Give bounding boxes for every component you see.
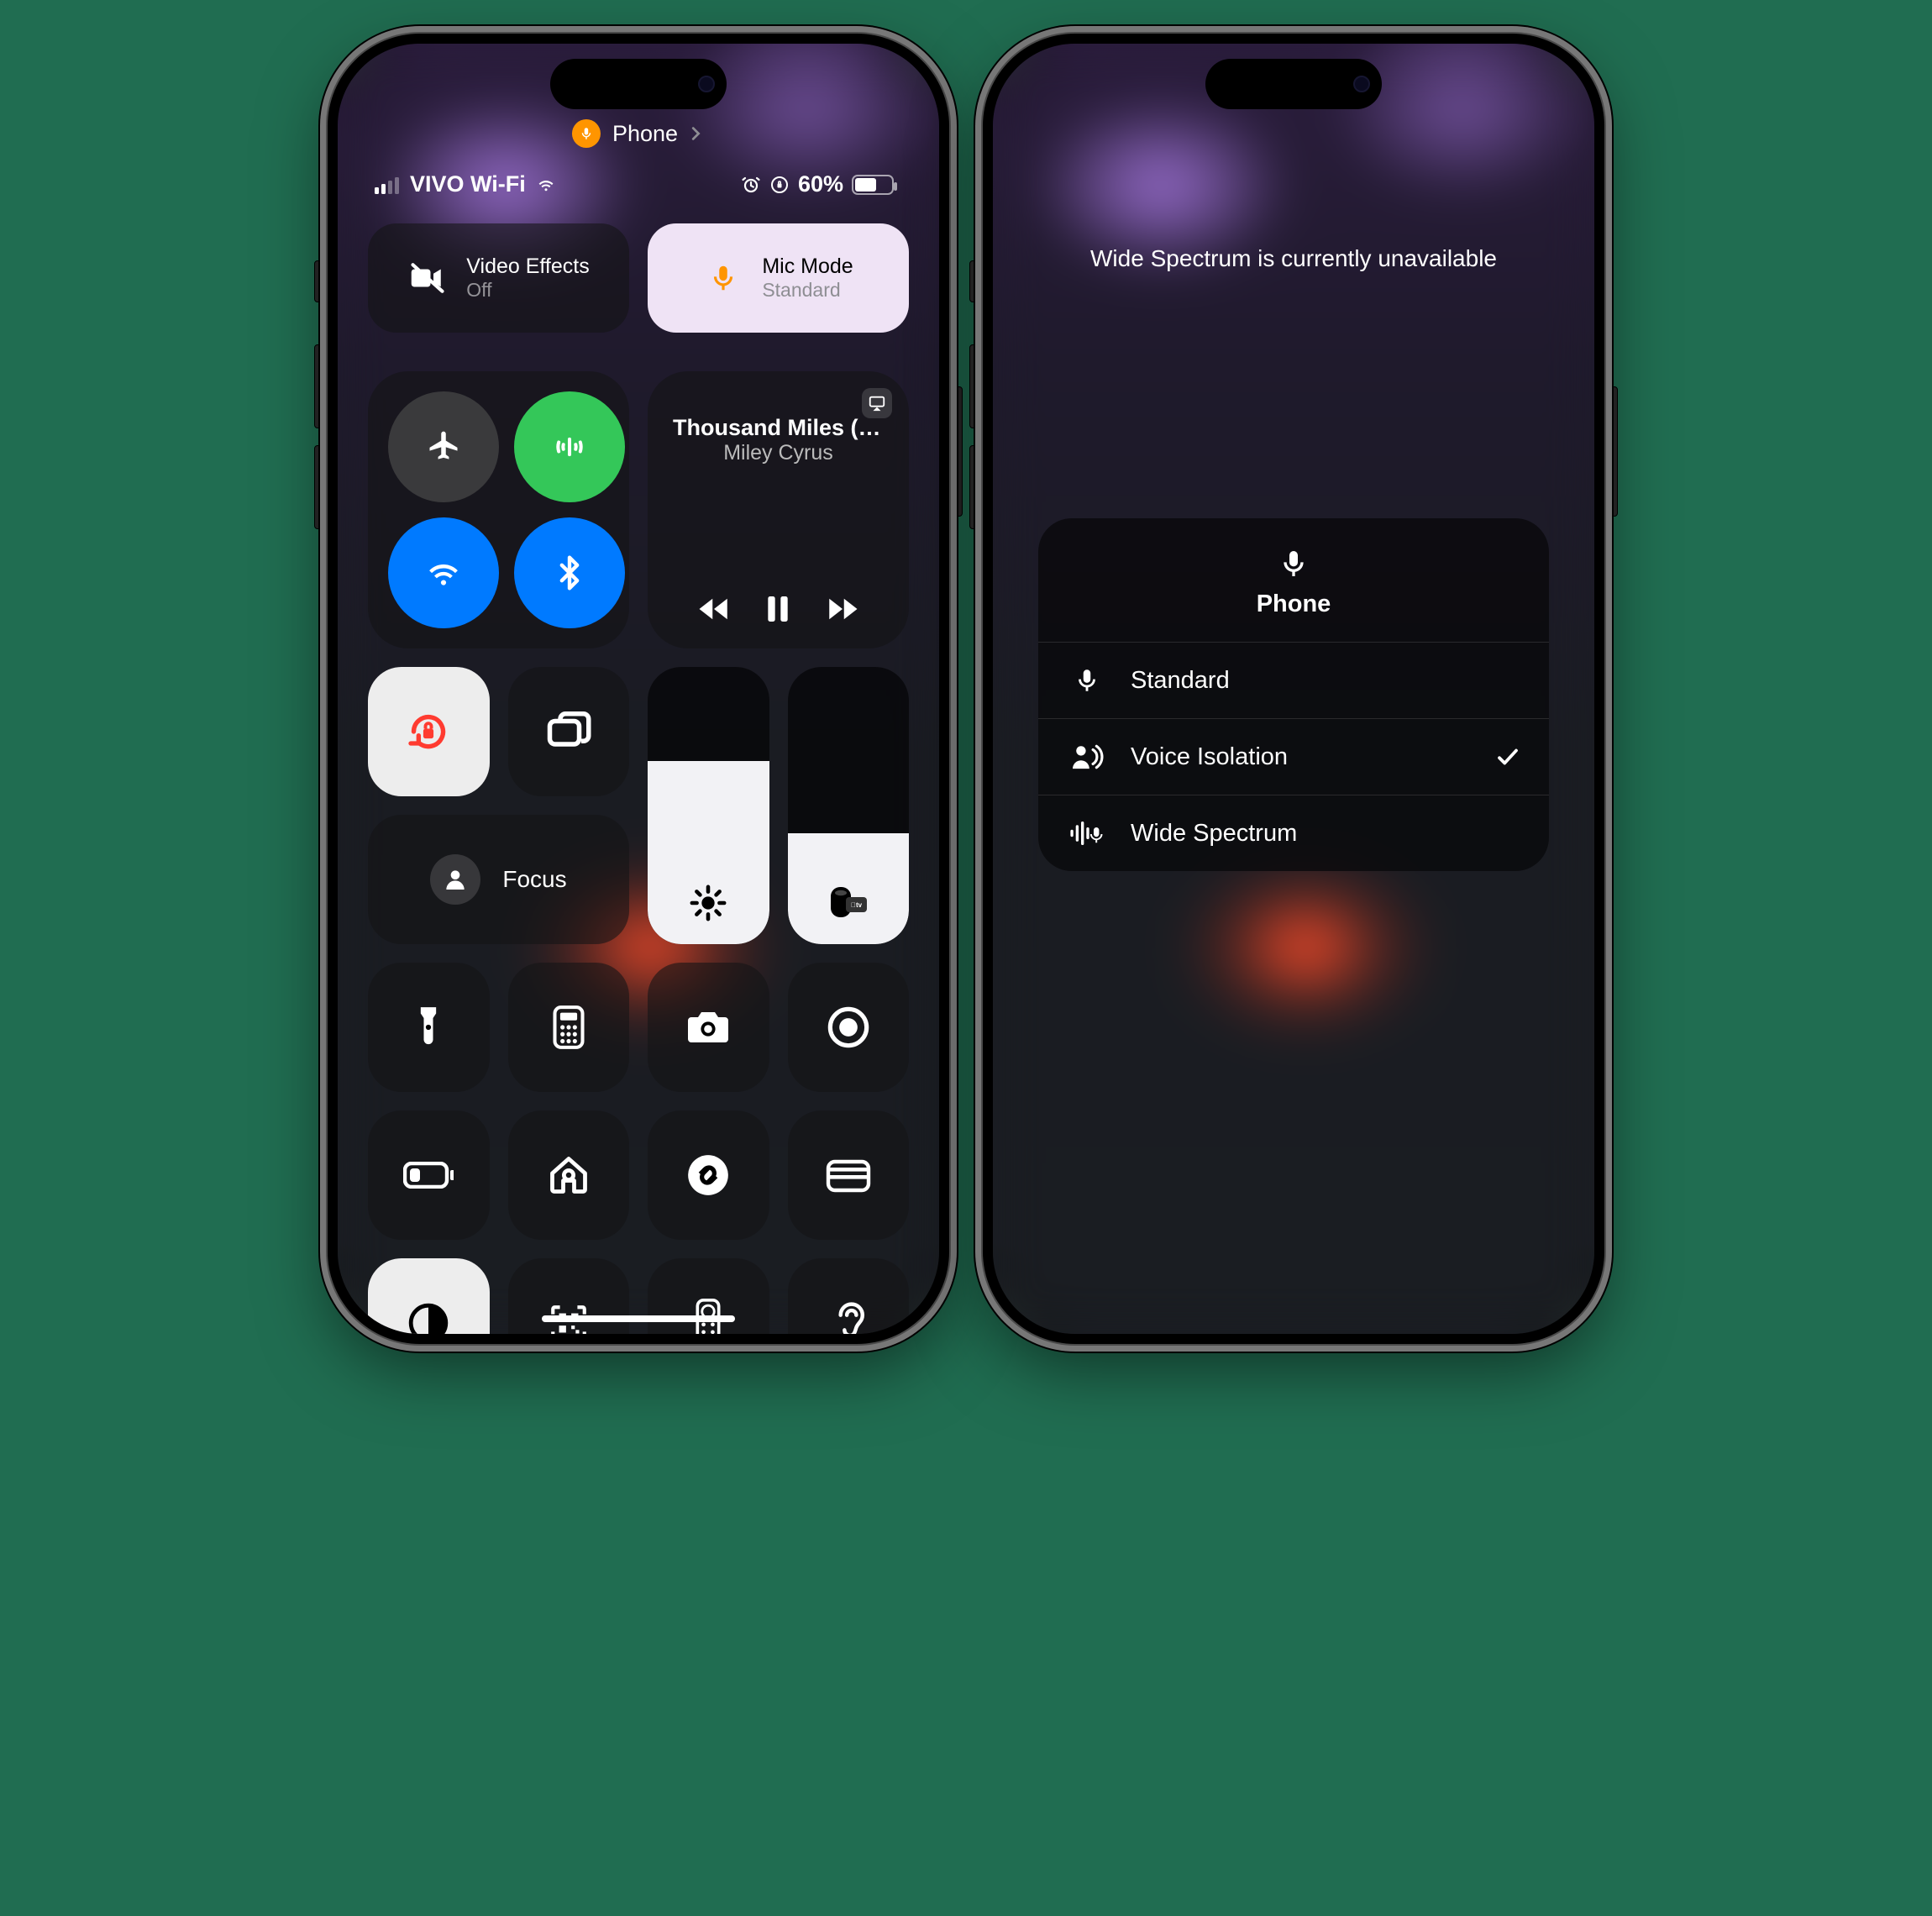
device-right: Wide Spectrum is currently unavailable P…: [983, 34, 1604, 1344]
connectivity-cluster: [368, 371, 629, 648]
now-playing-title: Thousand Miles (…: [673, 415, 884, 441]
microphone-icon: [1067, 666, 1107, 695]
calculator-tile[interactable]: [508, 963, 630, 1092]
shazam-tile[interactable]: [648, 1110, 769, 1240]
mic-mode-panel-header: Phone: [1038, 518, 1549, 643]
wide-spectrum-icon: [1067, 819, 1107, 848]
home-tile[interactable]: [508, 1110, 630, 1240]
video-effects-tile[interactable]: Video Effects Off: [368, 223, 629, 333]
chevron-right-icon: [686, 124, 705, 143]
mic-mode-label: Mic Mode: [762, 255, 853, 279]
option-label: Standard: [1131, 667, 1230, 695]
checkmark-icon: [1495, 744, 1520, 769]
wifi-toggle[interactable]: [388, 517, 499, 628]
mic-mode-tile[interactable]: Mic Mode Standard: [648, 223, 909, 333]
qr-code-tile[interactable]: [508, 1258, 630, 1334]
device-power-button: [954, 386, 963, 517]
camera-tile[interactable]: [648, 963, 769, 1092]
wallet-tile[interactable]: [788, 1110, 910, 1240]
screen-mirroring-tile[interactable]: [508, 667, 630, 796]
device-power-button: [1609, 386, 1618, 517]
mic-mode-panel-app: Phone: [1257, 591, 1331, 618]
video-slash-icon: [407, 260, 448, 296]
battery-pct: 60%: [798, 171, 843, 197]
microphone-icon: [1277, 547, 1310, 580]
dynamic-island: [550, 59, 727, 109]
mic-mode-option-voice-isolation[interactable]: Voice Isolation: [1038, 719, 1549, 795]
forward-button[interactable]: [825, 591, 860, 627]
hearing-tile[interactable]: [788, 1258, 910, 1334]
focus-tile[interactable]: Focus: [368, 815, 629, 944]
bluetooth-toggle[interactable]: [514, 517, 625, 628]
breadcrumb[interactable]: Phone: [572, 119, 705, 148]
brightness-slider[interactable]: [648, 667, 769, 944]
now-playing-tile[interactable]: Thousand Miles (… Miley Cyrus: [648, 371, 909, 648]
screen-record-tile[interactable]: [788, 963, 910, 1092]
device-mute-switch: [314, 260, 323, 302]
pause-button[interactable]: [761, 592, 795, 626]
audio-route-icon[interactable]: [862, 388, 892, 418]
device-volume-up: [969, 344, 978, 428]
device-frame: Phone VIVO Wi-Fi: [328, 34, 949, 1344]
device-mute-switch: [969, 260, 978, 302]
option-label: Voice Isolation: [1131, 743, 1288, 771]
home-indicator[interactable]: [542, 1315, 735, 1322]
microphone-active-icon: [572, 119, 601, 148]
focus-label: Focus: [502, 866, 566, 893]
dark-mode-tile[interactable]: [368, 1258, 490, 1334]
rewind-button[interactable]: [696, 591, 732, 627]
battery-icon: [852, 175, 894, 195]
breadcrumb-app: Phone: [612, 121, 678, 147]
mic-mode-option-standard[interactable]: Standard: [1038, 643, 1549, 719]
device-screen: Phone VIVO Wi-Fi: [338, 44, 939, 1334]
apple-tv-remote-tile[interactable]: [648, 1258, 769, 1334]
device-frame: Wide Spectrum is currently unavailable P…: [983, 34, 1604, 1344]
cell-signal-icon: [375, 176, 402, 194]
svg-text:tv: tv: [851, 901, 863, 909]
device-volume-down: [969, 445, 978, 529]
mic-mode-option-wide-spectrum[interactable]: Wide Spectrum: [1038, 795, 1549, 871]
option-label: Wide Spectrum: [1131, 820, 1297, 848]
alarm-icon: [741, 175, 761, 195]
flashlight-tile[interactable]: [368, 963, 490, 1092]
mic-mode-panel: Phone Standard Voice Isolation: [1038, 518, 1549, 871]
brightness-icon: [689, 884, 727, 922]
device-volume-up: [314, 344, 323, 428]
orientation-lock-icon: [769, 175, 790, 195]
dynamic-island: [1205, 59, 1382, 109]
person-icon: [430, 854, 480, 905]
video-effects-label: Video Effects: [466, 255, 589, 279]
carrier-label: VIVO Wi-Fi: [410, 171, 526, 197]
mic-mode-state: Standard: [762, 279, 853, 302]
control-center-grid: Video Effects Off Mic Mode Standard: [368, 223, 909, 1292]
volume-slider[interactable]: tv: [788, 667, 910, 944]
device-volume-down: [314, 445, 323, 529]
low-power-tile[interactable]: [368, 1110, 490, 1240]
now-playing-artist: Miley Cyrus: [673, 441, 884, 465]
microphone-icon: [703, 262, 743, 294]
orientation-lock-tile[interactable]: [368, 667, 490, 796]
homepod-tv-icon: tv: [827, 885, 869, 922]
cellular-data-toggle[interactable]: [514, 391, 625, 502]
device-screen: Wide Spectrum is currently unavailable P…: [993, 44, 1594, 1334]
voice-isolation-icon: [1067, 743, 1107, 771]
video-effects-state: Off: [466, 279, 589, 302]
status-bar: VIVO Wi-Fi 60%: [338, 171, 939, 197]
airplane-mode-toggle[interactable]: [388, 391, 499, 502]
device-left: Phone VIVO Wi-Fi: [328, 34, 949, 1344]
wifi-icon: [534, 176, 558, 194]
unavailable-message: Wide Spectrum is currently unavailable: [993, 245, 1594, 272]
